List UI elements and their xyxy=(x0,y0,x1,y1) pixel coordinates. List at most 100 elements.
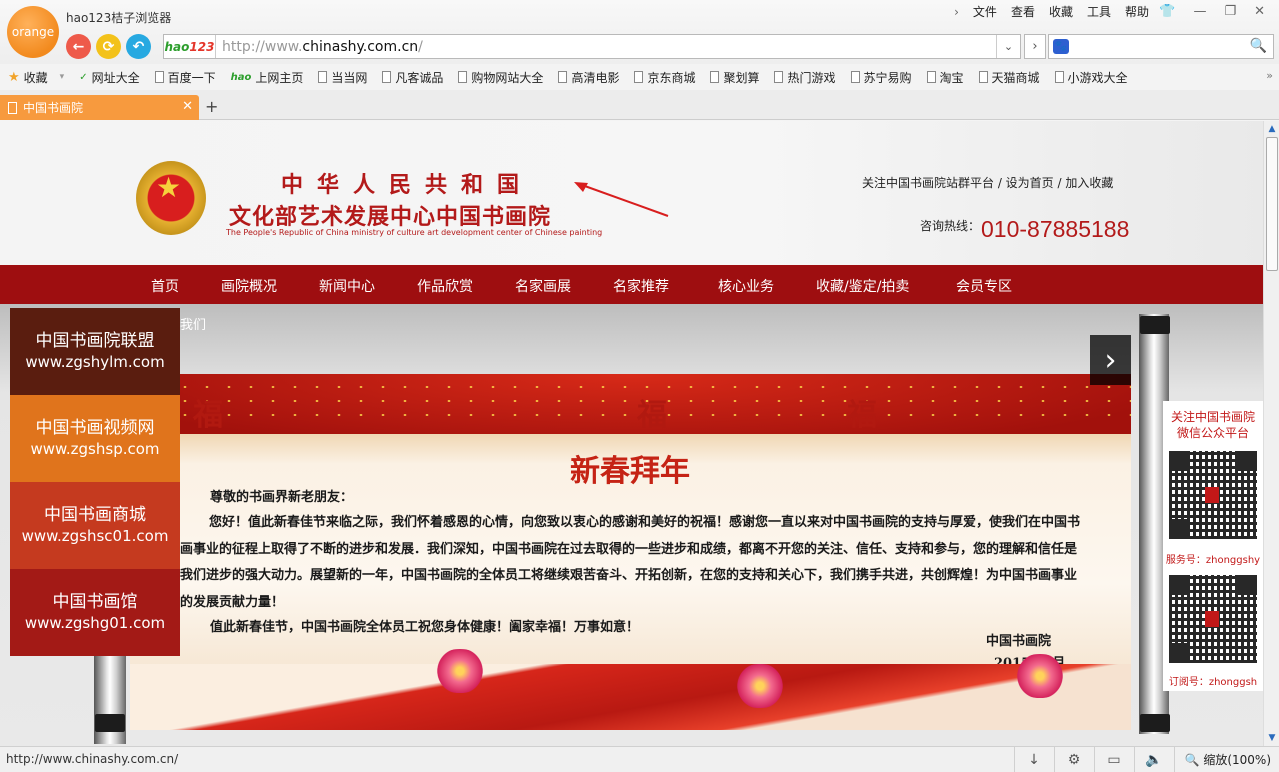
url-input[interactable]: http://www.chinashy.com.cn/ xyxy=(216,39,996,55)
url-prefix: http://www. xyxy=(222,38,303,55)
tab-active[interactable]: 中国书画院 ✕ xyxy=(0,95,199,120)
menu-favorites[interactable]: 收藏 xyxy=(1049,3,1073,20)
download-icon[interactable]: ↓ xyxy=(1013,747,1054,772)
app-title: hao123桔子浏览器 xyxy=(66,11,172,25)
bookmark-item[interactable]: 京东商城 xyxy=(634,69,695,86)
side-link-alliance[interactable]: 中国书画院联盟 www.zgshylm.com xyxy=(10,308,180,395)
bookmark-item[interactable]: 购物网站大全 xyxy=(458,69,543,86)
slider-next-button[interactable]: › xyxy=(1090,335,1131,385)
chevron-double-right-icon[interactable]: » xyxy=(1266,69,1273,82)
chevron-down-icon: ⌄ xyxy=(1003,40,1014,53)
menu-file[interactable]: 文件 xyxy=(973,3,997,20)
bookmark-item[interactable]: hao 上网主页 xyxy=(231,69,304,86)
side-link-mall[interactable]: 中国书画商城 www.zgshsc01.com xyxy=(10,482,180,569)
star-icon: ★ xyxy=(156,171,182,204)
hao-icon: ✓ xyxy=(79,71,88,83)
browser-logo[interactable]: orange xyxy=(7,6,59,58)
hao123-badge[interactable]: hao 123 xyxy=(164,35,216,58)
fu-character: 福 xyxy=(193,398,223,433)
badge-text-a: hao xyxy=(164,39,190,54)
menu-help[interactable]: 帮助 xyxy=(1125,3,1149,20)
close-icon[interactable]: ✕ xyxy=(1254,4,1265,19)
scroll-up-icon[interactable]: ▲ xyxy=(1266,123,1278,135)
close-icon[interactable]: ✕ xyxy=(182,99,193,114)
menu-tools[interactable]: 工具 xyxy=(1087,3,1111,20)
seal-icon xyxy=(1205,611,1219,627)
side-link-title: 中国书画商城 xyxy=(44,504,146,525)
banner-area: 我们 福 福 福 新春拜年 尊敬的书画界新老朋友： 您好！值此新春佳节来临之际，… xyxy=(0,304,1263,746)
skin-icon[interactable]: 👕 xyxy=(1159,4,1175,19)
nav-works[interactable]: 作品欣赏 xyxy=(417,276,473,296)
side-link-title: 中国书画馆 xyxy=(52,591,138,612)
menu-view[interactable]: 查看 xyxy=(1011,3,1035,20)
bookmark-item[interactable]: 高清电影 xyxy=(558,69,619,86)
greeting-salutation: 尊敬的书画界新老朋友： xyxy=(210,490,354,505)
bookmark-label: 百度一下 xyxy=(167,70,216,85)
go-button[interactable]: › xyxy=(1024,34,1046,59)
bookmark-favorites[interactable]: ★ 收藏 ▾ xyxy=(8,69,64,86)
speaker-icon[interactable]: 🔈 xyxy=(1133,747,1174,772)
qr-service-label: 服务号：zhonggshy xyxy=(1165,555,1261,566)
page-icon xyxy=(634,71,644,83)
bookmark-label: 网址大全 xyxy=(91,70,140,85)
bookmark-label: 上网主页 xyxy=(255,70,304,85)
bookmark-item[interactable]: 天猫商城 xyxy=(978,69,1040,86)
baidu-paw-icon[interactable]: 🐾 xyxy=(1053,39,1069,54)
nav-members[interactable]: 会员专区 xyxy=(956,276,1012,296)
nav-overview[interactable]: 画院概况 xyxy=(221,276,277,296)
page-icon xyxy=(8,101,17,114)
annotation-arrow-icon xyxy=(574,182,669,217)
bookmark-item[interactable]: 聚划算 xyxy=(710,69,759,86)
bookmark-label: 当当网 xyxy=(331,70,368,85)
scrollbar-thumb[interactable] xyxy=(1266,137,1278,271)
search-icon[interactable]: 🔍 xyxy=(1250,38,1267,54)
nav-exhibitions[interactable]: 名家画展 xyxy=(515,276,571,296)
search-input[interactable]: 🐾 🔍 xyxy=(1048,34,1274,59)
star-icon: ★ xyxy=(8,69,20,85)
bookmark-item[interactable]: 百度一下 xyxy=(154,69,216,86)
side-link-list: 中国书画院联盟 www.zgshylm.com 中国书画视频网 www.zgsh… xyxy=(10,308,180,656)
top-links[interactable]: 关注中国书画院站群平台 / 设为首页 / 加入收藏 xyxy=(862,174,1113,191)
zoom-control[interactable]: 🔍 缩放(100%) xyxy=(1173,747,1271,772)
nav-collection[interactable]: 收藏/鉴定/拍卖 xyxy=(816,276,909,296)
fu-character: 福 xyxy=(637,398,667,433)
nav-news[interactable]: 新闻中心 xyxy=(319,276,375,296)
nav-recommend[interactable]: 名家推荐 xyxy=(613,276,669,296)
bookmark-label: 收藏 xyxy=(23,70,48,85)
side-link-video[interactable]: 中国书画视频网 www.zgshsp.com xyxy=(10,395,180,482)
scroll-down-icon[interactable]: ▼ xyxy=(1266,732,1278,744)
bookmark-item[interactable]: 苏宁易购 xyxy=(850,69,912,86)
site-title-line2: 文化部艺术发展中心中国书画院 xyxy=(229,204,552,230)
refresh-button[interactable]: ⟳ xyxy=(96,34,121,59)
monitor-icon[interactable]: ▭ xyxy=(1093,747,1134,772)
page-icon xyxy=(154,71,164,83)
bookmark-item[interactable]: 淘宝 xyxy=(926,69,964,86)
bookmark-item[interactable]: 当当网 xyxy=(318,69,367,86)
address-bar[interactable]: hao 123 http://www.chinashy.com.cn/ ⌄ xyxy=(163,34,1021,59)
nav-core-business[interactable]: 核心业务 xyxy=(718,276,774,296)
bookmark-item[interactable]: 小游戏大全 xyxy=(1054,69,1128,86)
vertical-scrollbar[interactable]: ▲ ▼ xyxy=(1263,121,1279,746)
url-dropdown-button[interactable]: ⌄ xyxy=(996,35,1020,58)
qr-subscribe-label: 订阅号：zhonggsh xyxy=(1168,677,1258,688)
page-icon xyxy=(558,71,568,83)
bookmark-item[interactable]: 凡客诚品 xyxy=(382,69,443,86)
maximize-icon[interactable]: ❐ xyxy=(1224,4,1236,19)
search-icon: 🔍 xyxy=(1184,753,1200,767)
status-bar: http://www.chinashy.com.cn/ ↓ ⚙ ▭ 🔈 🔍 缩放… xyxy=(0,746,1279,772)
page-icon xyxy=(382,71,392,83)
side-link-url: www.zgshsc01.com xyxy=(21,526,169,545)
minimize-icon[interactable]: — xyxy=(1193,4,1206,19)
caret-down-icon[interactable]: ▾ xyxy=(60,72,65,82)
chevron-right-icon[interactable]: › xyxy=(954,5,959,19)
page-icon xyxy=(710,71,720,83)
nav-home[interactable]: 首页 xyxy=(151,276,179,296)
bookmark-item[interactable]: 热门游戏 xyxy=(774,69,836,86)
gear-icon[interactable]: ⚙ xyxy=(1053,747,1094,772)
side-link-gallery[interactable]: 中国书画馆 www.zgshg01.com xyxy=(10,569,180,656)
page-icon xyxy=(774,71,784,83)
undo-button[interactable]: ↶ xyxy=(126,34,151,59)
new-tab-button[interactable]: + xyxy=(205,97,218,116)
bookmark-item[interactable]: ✓ 网址大全 xyxy=(79,69,139,86)
back-button[interactable]: ← xyxy=(66,34,91,59)
